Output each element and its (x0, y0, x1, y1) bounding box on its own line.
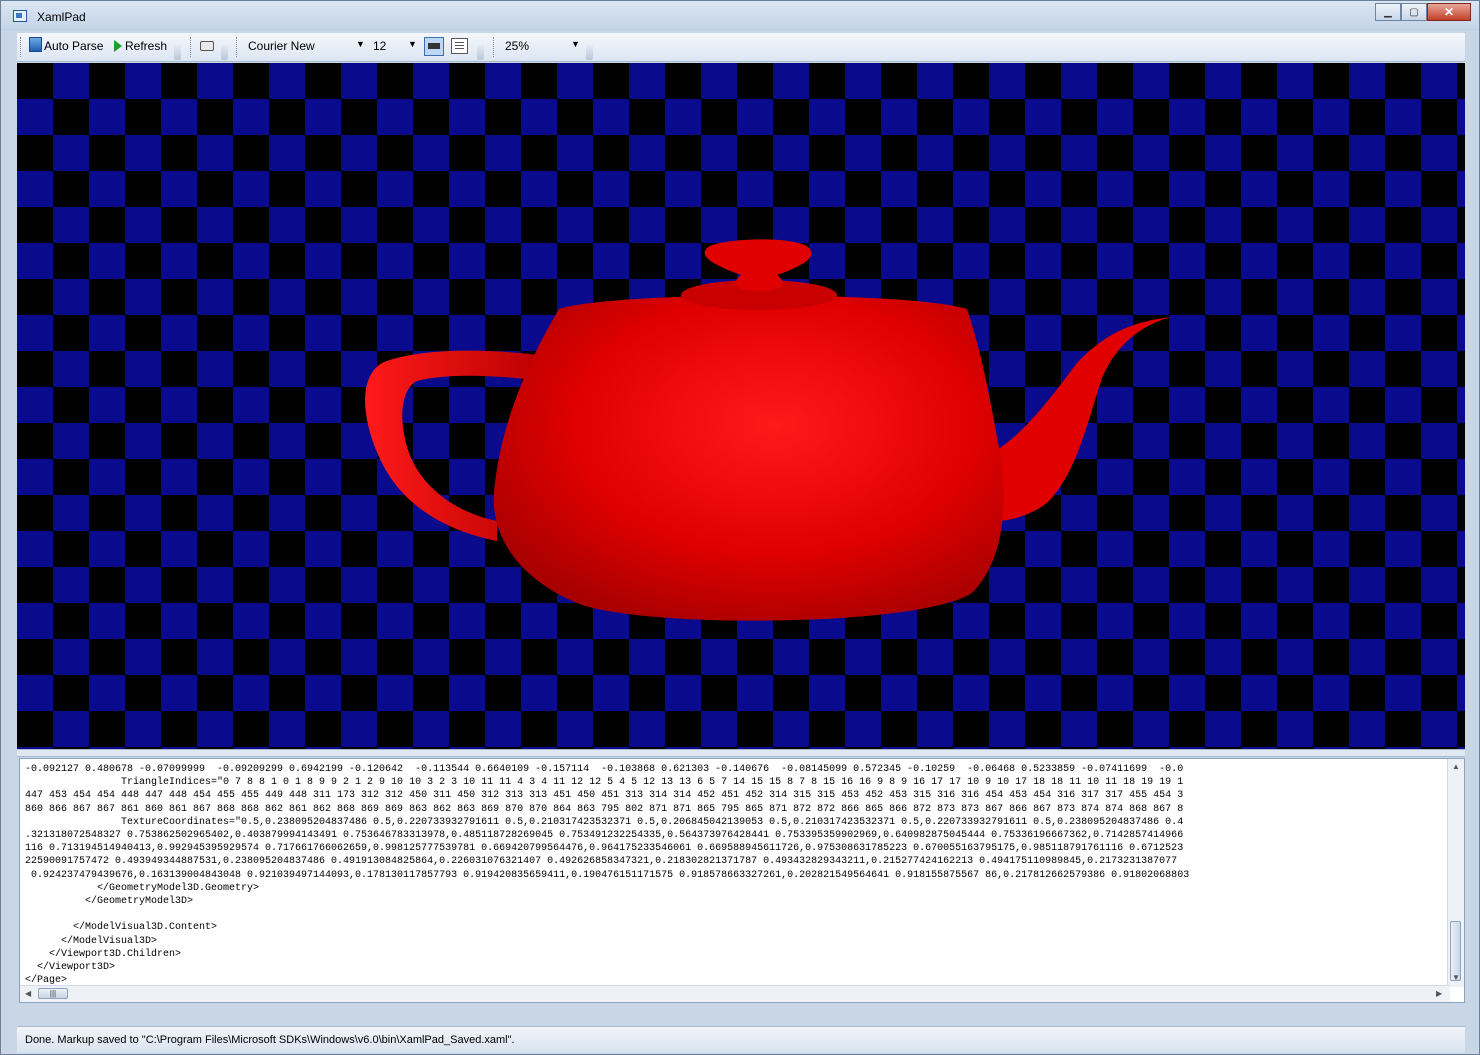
toolbar-overflow-2[interactable] (221, 45, 228, 60)
code-line: </ModelVisual3D.Content> (25, 922, 218, 934)
toolbar-grip-3[interactable] (236, 37, 240, 57)
editor-view-toggle-icon[interactable] (451, 38, 468, 54)
split-view-toggle-icon[interactable] (424, 37, 444, 56)
toolbar-grip-4[interactable] (493, 37, 497, 57)
vertical-scroll-thumb[interactable] (1450, 921, 1461, 981)
code-line: TextureCoordinates="0.5,0.23809520483748… (25, 816, 1184, 828)
code-line: -0.092127 0.480678 -0.07099999 -0.092092… (25, 764, 1184, 775)
xaml-editor[interactable]: -0.092127 0.480678 -0.07099999 -0.092092… (19, 758, 1465, 1003)
refresh-play-icon[interactable] (114, 40, 122, 52)
code-line: </Viewport3D> (25, 962, 116, 974)
scroll-right-icon[interactable]: ▶ (1436, 989, 1442, 998)
code-line: 116 0.713194514940413,0.992945395929574 … (25, 843, 1184, 855)
scroll-up-icon[interactable]: ▲ (1452, 762, 1460, 771)
code-line: .321318072548327 0.753862502965402,0.403… (25, 830, 1184, 842)
toolbar-overflow-1[interactable] (174, 45, 181, 60)
code-line: </Viewport3D.Children> (25, 948, 182, 960)
toolbar-overflow-3[interactable] (477, 45, 484, 60)
app-icon[interactable] (13, 10, 27, 22)
print-icon[interactable] (200, 41, 214, 51)
scroll-down-icon[interactable]: ▼ (1452, 973, 1460, 982)
teapot-model (365, 239, 1171, 621)
vertical-scrollbar[interactable]: ▲ ▼ (1447, 759, 1464, 987)
minimize-button[interactable]: ▁ (1375, 3, 1401, 21)
status-text: Done. Markup saved to "C:\Program Files\… (25, 1034, 515, 1046)
refresh-button[interactable]: Refresh (125, 39, 167, 53)
code-line: </GeometryModel3D.Geometry> (25, 882, 260, 894)
status-bar: Done. Markup saved to "C:\Program Files\… (17, 1026, 1465, 1053)
xamlpad-window: XamlPad ▁ ▢ ✕ Auto Parse Refresh Courier… (0, 0, 1480, 1055)
code-line: 860 866 867 867 861 860 861 867 868 868 … (25, 803, 1184, 815)
font-size-select[interactable]: 12 (373, 39, 386, 53)
maximize-icon: ▢ (1409, 6, 1419, 18)
code-line: 22590091757472 0.493949344887531,0.23809… (25, 856, 1178, 868)
zoom-select[interactable]: 25% (505, 39, 529, 53)
close-icon: ✕ (1443, 5, 1455, 19)
code-line: TriangleIndices="0 7 8 8 1 0 1 8 9 9 2 1… (25, 777, 1184, 789)
window-title: XamlPad (37, 10, 86, 24)
window-controls: ▁ ▢ ✕ (1375, 3, 1471, 22)
close-button[interactable]: ✕ (1427, 3, 1471, 21)
auto-parse-icon[interactable] (29, 37, 42, 52)
toolbar-overflow-4[interactable] (586, 45, 593, 60)
toolbar-grip[interactable] (20, 37, 24, 57)
view-splitter[interactable] (17, 749, 1465, 757)
xaml-code[interactable]: -0.092127 0.480678 -0.07099999 -0.092092… (25, 763, 1435, 1001)
code-line: </GeometryModel3D> (25, 896, 194, 908)
teapot-spout (982, 317, 1171, 522)
scroll-left-icon[interactable]: ◀ (25, 989, 31, 998)
code-line: </ModelVisual3D> (25, 935, 158, 947)
toolbar: Auto Parse Refresh Courier New ▼ 12 ▼ 25… (17, 33, 1465, 62)
minimize-icon: ▁ (1384, 6, 1392, 18)
maximize-button[interactable]: ▢ (1401, 3, 1427, 21)
auto-parse-button[interactable]: Auto Parse (44, 39, 103, 53)
code-line: 447 453 454 454 448 447 448 454 455 455 … (25, 790, 1184, 802)
zoom-dropdown-icon[interactable]: ▼ (571, 39, 580, 49)
code-line: 0.924237479439676,0.163139004843048 0.92… (25, 869, 1190, 881)
horizontal-scrollbar[interactable]: ◀ ||| ▶ (20, 985, 1450, 1002)
render-viewport (17, 63, 1465, 749)
font-family-dropdown-icon[interactable]: ▼ (356, 39, 365, 49)
toolbar-grip-2[interactable] (190, 37, 194, 57)
title-bar[interactable]: XamlPad ▁ ▢ ✕ (1, 1, 1479, 31)
font-family-select[interactable]: Courier New (248, 39, 315, 53)
teapot-body (493, 295, 1004, 621)
font-size-dropdown-icon[interactable]: ▼ (408, 39, 417, 49)
horizontal-scroll-thumb[interactable]: ||| (38, 988, 68, 999)
